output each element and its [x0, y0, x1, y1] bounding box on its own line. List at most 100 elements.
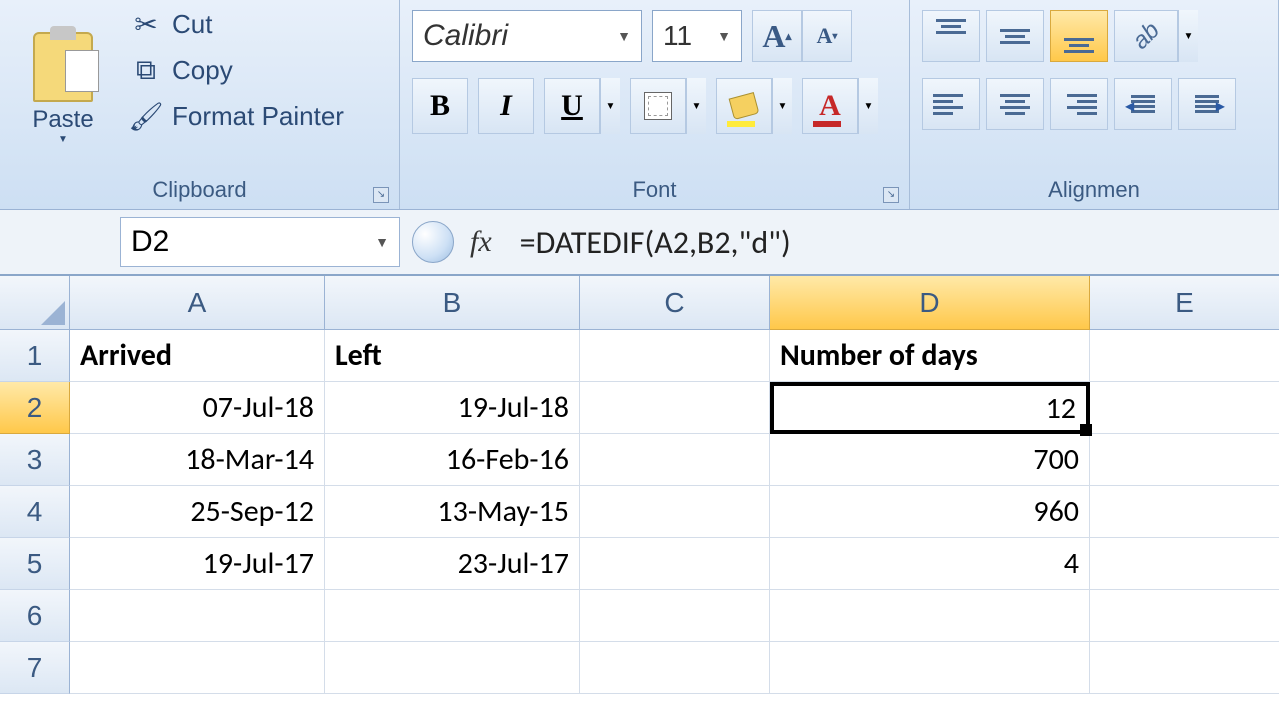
cell-c6[interactable]	[580, 590, 770, 642]
cell-a2[interactable]: 07-Jul-18	[70, 382, 325, 434]
align-bottom-button[interactable]	[1050, 10, 1108, 62]
row-header-6[interactable]: 6	[0, 590, 70, 642]
row-header-2[interactable]: 2	[0, 382, 70, 434]
column-header-b[interactable]: B	[325, 276, 580, 330]
chevron-down-icon: ▼	[617, 28, 631, 44]
cell-e7[interactable]	[1090, 642, 1279, 694]
bucket-icon	[729, 92, 760, 120]
orientation-button[interactable]: ab	[1114, 10, 1178, 62]
cell-d3[interactable]: 700	[770, 434, 1090, 486]
font-group-label: Font ↘	[408, 173, 901, 207]
cell-b2[interactable]: 19-Jul-18	[325, 382, 580, 434]
cell-c2[interactable]	[580, 382, 770, 434]
align-left-button[interactable]	[922, 78, 980, 130]
paste-icon	[33, 32, 93, 102]
cell-e6[interactable]	[1090, 590, 1279, 642]
align-center-button[interactable]	[986, 78, 1044, 130]
cell-d2[interactable]: 12	[770, 382, 1090, 434]
name-box[interactable]: D2 ▼	[120, 217, 400, 267]
cut-button[interactable]: ✂ Cut	[130, 8, 344, 40]
column-header-c[interactable]: C	[580, 276, 770, 330]
clipboard-launcher[interactable]: ↘	[373, 187, 389, 203]
paste-label: Paste	[32, 106, 93, 134]
column-header-a[interactable]: A	[70, 276, 325, 330]
cell-d1[interactable]: Number of days	[770, 330, 1090, 382]
cancel-formula-button[interactable]	[412, 221, 454, 263]
row-header-5[interactable]: 5	[0, 538, 70, 590]
fill-color-button[interactable]	[716, 78, 772, 134]
chevron-down-icon: ▼	[717, 28, 731, 44]
formula-bar: D2 ▼ fx =DATEDIF(A2,B2,"d")	[0, 210, 1279, 276]
cell-a3[interactable]: 18-Mar-14	[70, 434, 325, 486]
select-all-corner[interactable]	[0, 276, 70, 330]
cell-b3[interactable]: 16-Feb-16	[325, 434, 580, 486]
increase-indent-button[interactable]: ▶	[1178, 78, 1236, 130]
underline-dropdown[interactable]: ▼	[600, 78, 620, 134]
font-launcher[interactable]: ↘	[883, 187, 899, 203]
cell-a4[interactable]: 25-Sep-12	[70, 486, 325, 538]
cell-c3[interactable]	[580, 434, 770, 486]
brush-icon: 🖌	[130, 100, 162, 132]
cell-c5[interactable]	[580, 538, 770, 590]
formula-input[interactable]: =DATEDIF(A2,B2,"d")	[508, 223, 1279, 262]
cell-b1[interactable]: Left	[325, 330, 580, 382]
cell-e2[interactable]	[1090, 382, 1279, 434]
row-header-1[interactable]: 1	[0, 330, 70, 382]
cell-a6[interactable]	[70, 590, 325, 642]
cell-b6[interactable]	[325, 590, 580, 642]
cell-e1[interactable]	[1090, 330, 1279, 382]
font-size-combo[interactable]: 11 ▼	[652, 10, 742, 62]
cut-label: Cut	[172, 9, 212, 40]
font-color-dropdown[interactable]: ▼	[858, 78, 878, 134]
align-middle-button[interactable]	[986, 10, 1044, 62]
copy-button[interactable]: ⧉ Copy	[130, 54, 344, 86]
grow-font-button[interactable]: A▴	[752, 10, 802, 62]
bold-button[interactable]: B	[412, 78, 468, 134]
cell-b4[interactable]: 13-May-15	[325, 486, 580, 538]
font-name-value: Calibri	[423, 19, 508, 53]
font-group: Calibri ▼ 11 ▼ A▴ A▾ B I U ▼	[400, 0, 910, 209]
shrink-font-button[interactable]: A▾	[802, 10, 852, 62]
cell-a1[interactable]: Arrived	[70, 330, 325, 382]
cell-b7[interactable]	[325, 642, 580, 694]
cell-d5[interactable]: 4	[770, 538, 1090, 590]
align-top-button[interactable]	[922, 10, 980, 62]
align-right-button[interactable]	[1050, 78, 1108, 130]
format-painter-button[interactable]: 🖌 Format Painter	[130, 100, 344, 132]
column-header-e[interactable]: E	[1090, 276, 1279, 330]
border-dropdown[interactable]: ▼	[686, 78, 706, 134]
cell-d4[interactable]: 960	[770, 486, 1090, 538]
spreadsheet-grid: A B C D E 1 Arrived Left Number of days …	[0, 276, 1279, 694]
row-header-4[interactable]: 4	[0, 486, 70, 538]
format-painter-label: Format Painter	[172, 101, 344, 132]
row-header-7[interactable]: 7	[0, 642, 70, 694]
cell-a7[interactable]	[70, 642, 325, 694]
paste-dropdown-arrow[interactable]: ▼	[58, 134, 68, 145]
fx-icon[interactable]: fx	[470, 225, 492, 259]
cell-e3[interactable]	[1090, 434, 1279, 486]
font-size-value: 11	[663, 20, 692, 52]
column-header-d[interactable]: D	[770, 276, 1090, 330]
underline-button[interactable]: U	[544, 78, 600, 134]
cell-d7[interactable]	[770, 642, 1090, 694]
orientation-dropdown[interactable]: ▼	[1178, 10, 1198, 62]
decrease-indent-button[interactable]: ◀	[1114, 78, 1172, 130]
cell-c1[interactable]	[580, 330, 770, 382]
font-color-button[interactable]: A	[802, 78, 858, 134]
scissors-icon: ✂	[130, 8, 162, 40]
fill-color-dropdown[interactable]: ▼	[772, 78, 792, 134]
cell-e4[interactable]	[1090, 486, 1279, 538]
italic-button[interactable]: I	[478, 78, 534, 134]
chevron-down-icon: ▼	[375, 234, 389, 250]
cell-e5[interactable]	[1090, 538, 1279, 590]
row-header-3[interactable]: 3	[0, 434, 70, 486]
cell-b5[interactable]: 23-Jul-17	[325, 538, 580, 590]
cell-c7[interactable]	[580, 642, 770, 694]
cell-c4[interactable]	[580, 486, 770, 538]
cell-d6[interactable]	[770, 590, 1090, 642]
copy-icon: ⧉	[130, 54, 162, 86]
font-name-combo[interactable]: Calibri ▼	[412, 10, 642, 62]
cell-a5[interactable]: 19-Jul-17	[70, 538, 325, 590]
paste-button[interactable]: Paste ▼	[8, 4, 118, 173]
border-button[interactable]	[630, 78, 686, 134]
